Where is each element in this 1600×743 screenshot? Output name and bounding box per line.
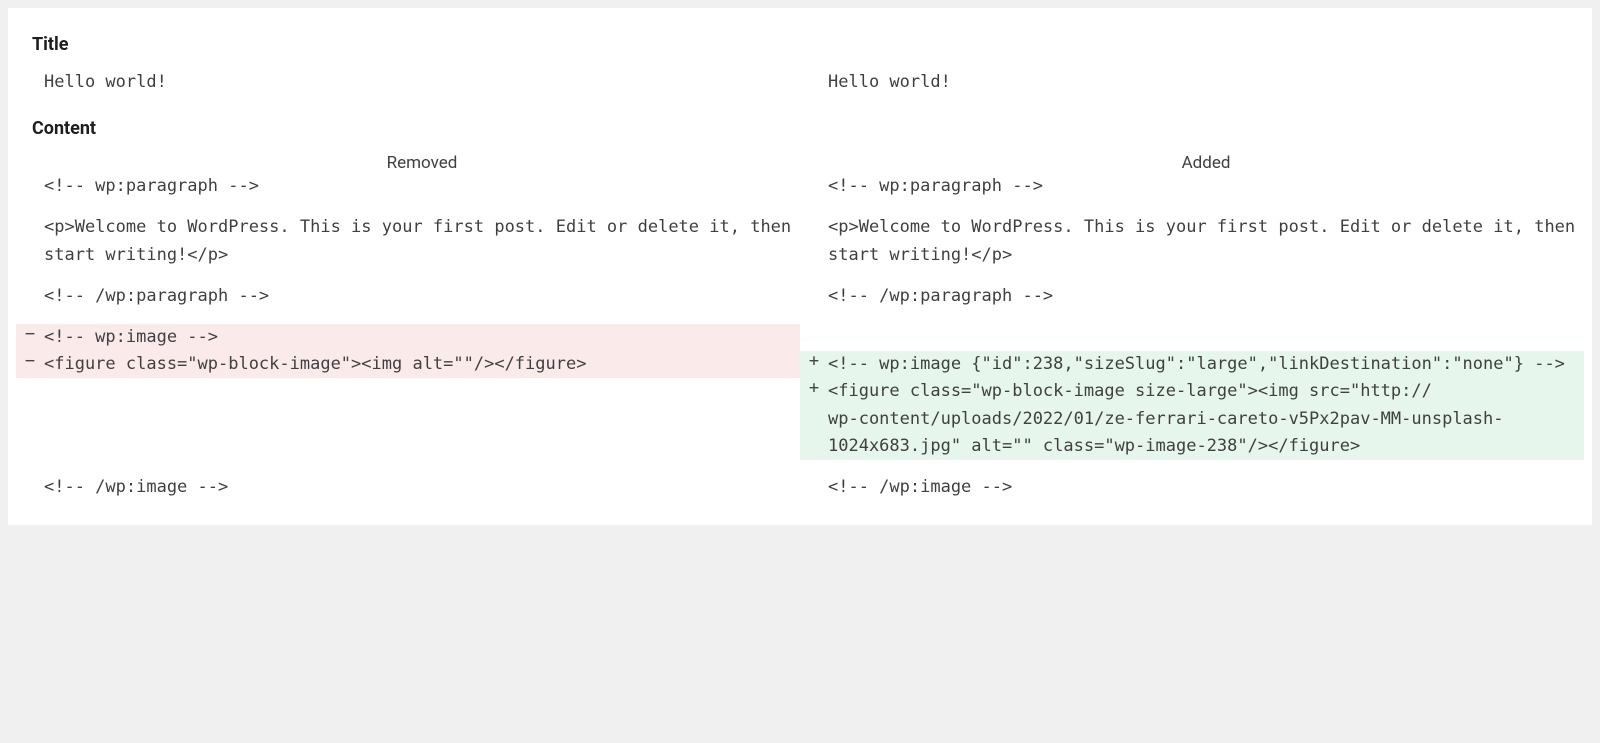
content-diff-table: Removed Added <!-- wp:paragraph --><!-- … bbox=[16, 153, 1584, 501]
diff-marker-right: + bbox=[800, 351, 828, 378]
diff-marker-right bbox=[800, 283, 828, 310]
diff-marker-left bbox=[16, 283, 44, 310]
diff-marker-left bbox=[16, 474, 44, 501]
diff-cell-left bbox=[44, 378, 800, 460]
diff-marker-right bbox=[800, 173, 828, 200]
diff-panel: Title Hello world! Hello world! Content … bbox=[8, 8, 1592, 525]
diff-cell-left: <!-- wp:paragraph --> bbox=[44, 173, 800, 200]
diff-marker-right bbox=[800, 214, 828, 268]
diff-row: <!-- /wp:image --> <!-- /wp:image --> bbox=[16, 474, 1584, 501]
title-right: Hello world! bbox=[828, 69, 1584, 96]
diff-row: +<figure class="wp-block-image size-larg… bbox=[16, 378, 1584, 460]
diff-marker-right: + bbox=[800, 378, 828, 460]
diff-cell-right: <!-- wp:image {"id":238,"sizeSlug":"larg… bbox=[828, 351, 1584, 378]
diff-cell-left: <!-- /wp:image --> bbox=[44, 474, 800, 501]
title-row: Hello world! Hello world! bbox=[16, 69, 1584, 96]
diff-row: −<!-- wp:image --> bbox=[16, 324, 1584, 351]
section-heading-content: Content bbox=[32, 118, 1584, 139]
diff-row bbox=[16, 460, 1584, 474]
title-left: Hello world! bbox=[44, 69, 800, 96]
diff-cell-right bbox=[828, 324, 1584, 351]
column-heading-removed: Removed bbox=[44, 153, 800, 173]
diff-marker-left: − bbox=[16, 324, 44, 351]
diff-marker-right bbox=[800, 474, 828, 501]
diff-row bbox=[16, 200, 1584, 214]
diff-row: <!-- wp:paragraph --> <!-- wp:paragraph -… bbox=[16, 173, 1584, 200]
diff-cell-right: <!-- wp:paragraph --> bbox=[828, 173, 1584, 200]
diff-cell-right: <p>Welcome to WordPress. This is your fi… bbox=[828, 214, 1584, 268]
diff-cell-left: <figure class="wp-block-image"><img alt=… bbox=[44, 351, 800, 378]
diff-cell-left: <!-- /wp:paragraph --> bbox=[44, 283, 800, 310]
diff-cell-right: <figure class="wp-block-image size-large… bbox=[828, 378, 1584, 460]
section-heading-title: Title bbox=[32, 34, 1584, 55]
diff-marker-left bbox=[16, 378, 44, 460]
diff-row: <!-- /wp:paragraph --> <!-- /wp:paragraph… bbox=[16, 283, 1584, 310]
diff-row: <p>Welcome to WordPress. This is your fi… bbox=[16, 214, 1584, 268]
diff-row bbox=[16, 269, 1584, 283]
diff-marker-left bbox=[16, 173, 44, 200]
diff-cell-left: <p>Welcome to WordPress. This is your fi… bbox=[44, 214, 800, 268]
diff-cell-right: <!-- /wp:image --> bbox=[828, 474, 1584, 501]
title-diff-table: Hello world! Hello world! bbox=[16, 69, 1584, 96]
diff-marker-left bbox=[16, 214, 44, 268]
diff-row bbox=[16, 310, 1584, 324]
diff-cell-left: <!-- wp:image --> bbox=[44, 324, 800, 351]
marker-left bbox=[16, 69, 44, 96]
diff-marker-right bbox=[800, 324, 828, 351]
marker-right bbox=[800, 69, 828, 96]
column-heading-added: Added bbox=[828, 153, 1584, 173]
diff-row: −<figure class="wp-block-image"><img alt… bbox=[16, 351, 1584, 378]
diff-cell-right: <!-- /wp:paragraph --> bbox=[828, 283, 1584, 310]
diff-marker-left: − bbox=[16, 351, 44, 378]
